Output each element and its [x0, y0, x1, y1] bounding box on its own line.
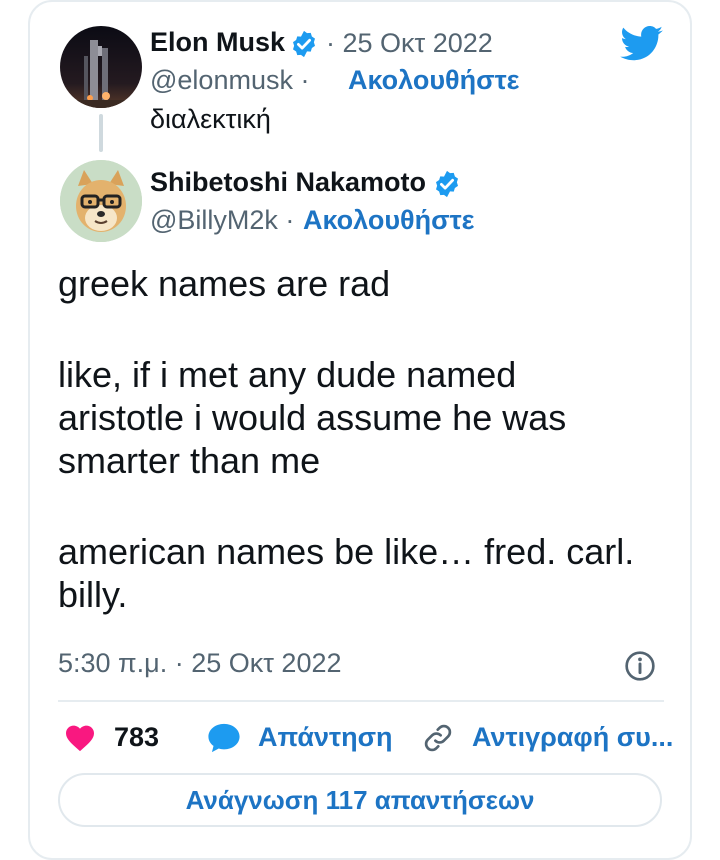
reply-bubble-icon[interactable]: [207, 722, 241, 754]
author-handle[interactable]: @BillyM2k ·: [150, 205, 294, 236]
follow-button[interactable]: Ακολουθήστε: [303, 205, 474, 236]
tweet-text: greek names are rad like, if i met any d…: [58, 262, 678, 616]
like-count[interactable]: 783: [114, 722, 159, 753]
tweet-date[interactable]: · 25 Οκτ 2022: [326, 28, 493, 59]
author-name[interactable]: Elon Musk: [150, 27, 285, 58]
read-replies-button[interactable]: Ανάγνωση 117 απαντήσεων: [58, 773, 662, 827]
heart-icon[interactable]: [64, 722, 96, 752]
tweet-line: billy.: [58, 574, 128, 615]
info-icon[interactable]: [624, 650, 656, 682]
tweet-line: aristotle i would assume he was: [58, 397, 567, 438]
copy-link-button[interactable]: Αντιγραφή συ...: [472, 722, 673, 753]
doge-avatar-image: [60, 160, 142, 242]
avatar[interactable]: [60, 160, 142, 242]
twitter-bird-icon[interactable]: [620, 26, 664, 62]
divider: [58, 700, 664, 702]
tweet-line: like, if i met any dude named: [58, 354, 517, 395]
verified-badge-icon: [436, 170, 458, 198]
thread-connector-line: [99, 114, 103, 152]
tweet-line: greek names are rad: [58, 263, 391, 304]
tweet-timestamp[interactable]: 5:30 π.μ. · 25 Οκτ 2022: [58, 648, 342, 679]
rocket-avatar-image: [60, 26, 142, 108]
tweet-line: smarter than me: [58, 440, 321, 481]
author-handle[interactable]: @elonmusk ·: [150, 65, 309, 96]
tweet-line: american names be like… fred. carl.: [58, 531, 635, 572]
avatar[interactable]: [60, 26, 142, 108]
author-name[interactable]: Shibetoshi Nakamoto: [150, 167, 426, 198]
follow-button[interactable]: Ακολουθήστε: [348, 65, 519, 96]
parent-tweet-text: διαλεκτική: [150, 104, 271, 134]
reply-button[interactable]: Απάντηση: [258, 722, 393, 753]
link-icon[interactable]: [422, 722, 454, 754]
verified-badge-icon: [293, 30, 315, 58]
